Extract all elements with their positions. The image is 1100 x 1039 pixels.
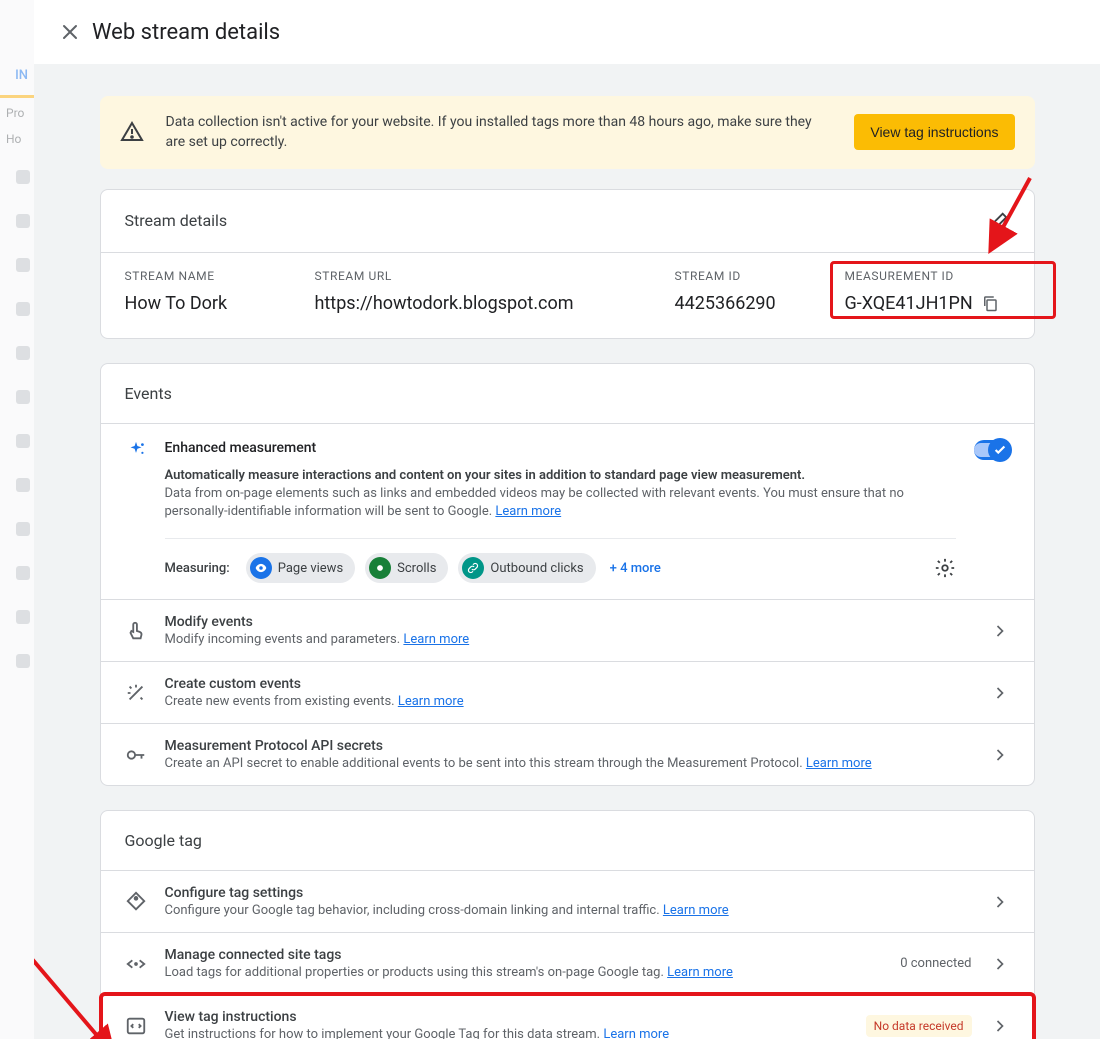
create-learn-more-link[interactable]: Learn more <box>398 694 464 709</box>
code-frame-icon <box>125 1015 147 1037</box>
background-sidebar: IN Pro Ho <box>0 0 35 1039</box>
stream-id-value: 4425366290 <box>675 293 805 314</box>
modify-events-desc: Modify incoming events and parameters. <box>165 632 401 647</box>
google-tag-card: Google tag Configure tag settings Config… <box>100 810 1035 1039</box>
code-icon <box>125 953 147 975</box>
events-card: Events Enhanced measurement Automaticall… <box>100 363 1035 787</box>
stream-details-card: Stream details STREAM NAME How To Dork S… <box>100 189 1035 339</box>
close-icon[interactable] <box>58 20 82 44</box>
google-tag-heading: Google tag <box>125 831 202 850</box>
modify-events-title: Modify events <box>165 614 972 630</box>
manage-connected-tags-row[interactable]: Manage connected site tags Load tags for… <box>101 932 1034 994</box>
crumb1: Pro <box>0 98 34 124</box>
tag-icon <box>125 891 147 913</box>
api-secrets-title: Measurement Protocol API secrets <box>165 738 972 754</box>
secrets-learn-more-link[interactable]: Learn more <box>806 756 872 771</box>
slideover-panel: Web stream details Data collection isn't… <box>34 0 1100 1039</box>
create-custom-events-row[interactable]: Create custom events Create new events f… <box>101 661 1034 723</box>
chevron-right-icon <box>990 1016 1010 1036</box>
connected-desc: Load tags for additional properties or p… <box>165 965 664 980</box>
instructions-title: View tag instructions <box>165 1009 848 1025</box>
connected-learn-more-link[interactable]: Learn more <box>667 965 733 980</box>
modify-learn-more-link[interactable]: Learn more <box>403 632 469 647</box>
chevron-right-icon <box>990 954 1010 974</box>
magic-icon <box>125 682 147 704</box>
measuring-label: Measuring: <box>165 561 230 576</box>
configure-learn-more-link[interactable]: Learn more <box>663 903 729 918</box>
stream-url-value: https://howtodork.blogspot.com <box>315 293 635 314</box>
create-events-title: Create custom events <box>165 676 972 692</box>
chevron-right-icon <box>990 621 1010 641</box>
no-data-badge: No data received <box>866 1015 972 1037</box>
api-secrets-row[interactable]: Measurement Protocol API secrets Create … <box>101 723 1034 785</box>
data-collection-warning: Data collection isn't active for your we… <box>100 96 1035 169</box>
configure-tag-title: Configure tag settings <box>165 885 972 901</box>
chevron-right-icon <box>990 745 1010 765</box>
warning-icon <box>120 120 144 144</box>
connected-title: Manage connected site tags <box>165 947 883 963</box>
crumb2: Ho <box>0 124 34 150</box>
chip-scrolls: Scrolls <box>365 553 448 583</box>
instructions-desc: Get instructions for how to implement yo… <box>165 1027 601 1039</box>
stream-name-label: STREAM NAME <box>125 269 275 283</box>
connected-count: 0 connected <box>900 956 971 971</box>
admin-tab: IN <box>0 56 34 98</box>
enhanced-measurement-strong: Automatically measure interactions and c… <box>165 468 956 483</box>
enhanced-measurement-toggle[interactable] <box>974 440 1010 460</box>
stream-name-value: How To Dork <box>125 293 275 314</box>
stream-url-label: STREAM URL <box>315 269 635 283</box>
modify-events-row[interactable]: Modify events Modify incoming events and… <box>101 599 1034 661</box>
eye-icon <box>250 557 272 579</box>
scroll-icon <box>369 557 391 579</box>
touch-icon <box>125 620 147 642</box>
edit-icon[interactable] <box>988 210 1010 232</box>
view-tag-instructions-row[interactable]: View tag instructions Get instructions f… <box>101 994 1034 1039</box>
key-icon <box>125 744 147 766</box>
api-secrets-desc: Create an API secret to enable additiona… <box>165 756 803 771</box>
chip-outbound-clicks: Outbound clicks <box>458 553 595 583</box>
instructions-learn-more-link[interactable]: Learn more <box>603 1027 669 1039</box>
chevron-right-icon <box>990 683 1010 703</box>
chevron-right-icon <box>990 892 1010 912</box>
warning-text: Data collection isn't active for your we… <box>166 112 833 153</box>
gear-icon[interactable] <box>934 557 956 579</box>
annotation-box-measurement <box>830 261 1056 319</box>
more-chips-link[interactable]: + 4 more <box>610 561 661 576</box>
configure-tag-desc: Configure your Google tag behavior, incl… <box>165 903 660 918</box>
stream-details-heading: Stream details <box>125 211 228 230</box>
chip-page-views: Page views <box>246 553 355 583</box>
create-events-desc: Create new events from existing events. <box>165 694 395 709</box>
enhanced-measurement-title: Enhanced measurement <box>165 440 956 456</box>
page-title: Web stream details <box>92 20 280 45</box>
enhanced-learn-more-link[interactable]: Learn more <box>495 504 561 519</box>
enhanced-measurement-row: Enhanced measurement Automatically measu… <box>101 424 1034 600</box>
events-heading: Events <box>125 384 172 403</box>
stream-id-label: STREAM ID <box>675 269 805 283</box>
view-tag-instructions-button[interactable]: View tag instructions <box>854 114 1014 150</box>
configure-tag-settings-row[interactable]: Configure tag settings Configure your Go… <box>101 870 1034 932</box>
sparkle-icon <box>125 440 147 462</box>
link-icon <box>462 557 484 579</box>
